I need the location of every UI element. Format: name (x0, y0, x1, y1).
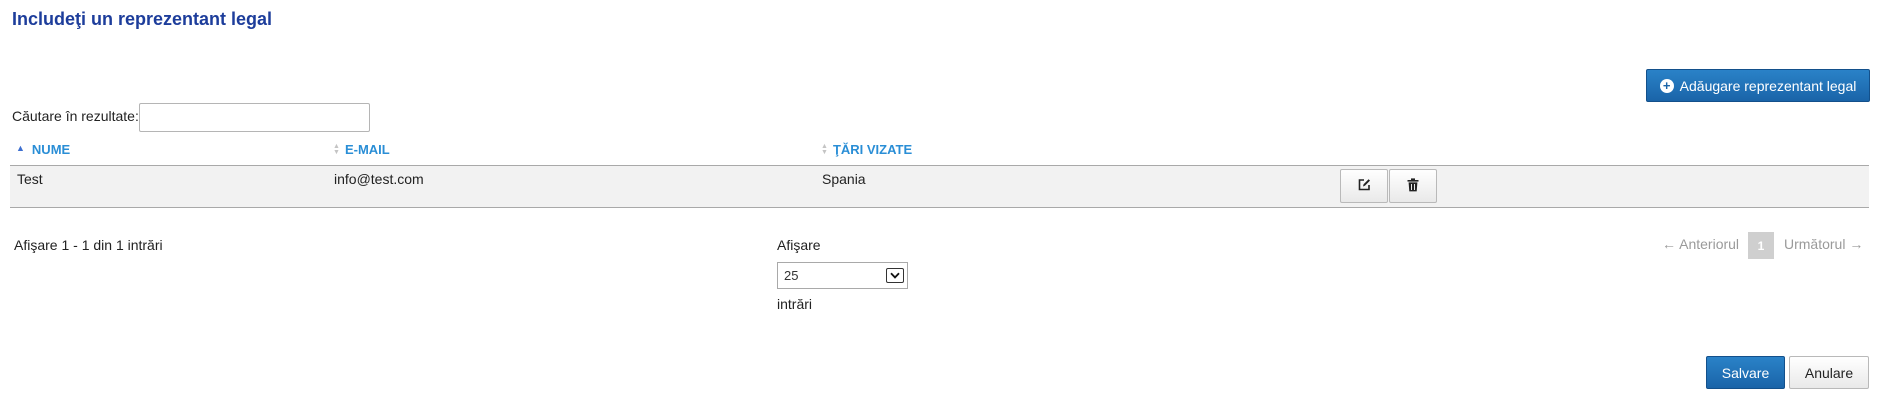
column-header-label: NUME (31, 142, 71, 157)
column-header-label: ŢĂRI VIZATE (832, 142, 913, 157)
sort-ascending-icon: ▲ (16, 142, 25, 153)
table-bottom-divider (10, 207, 1869, 208)
save-button[interactable]: Salvare (1706, 356, 1785, 389)
add-legal-representative-button[interactable]: + Adăugare reprezentant legal (1646, 69, 1870, 102)
column-header-countries[interactable]: ▲ ▼ ŢĂRI VIZATE (821, 142, 912, 157)
search-label: Căutare în rezultate: (12, 108, 139, 124)
chevron-down-icon (886, 268, 904, 283)
cell-email: info@test.com (334, 171, 424, 187)
page-length-label: Afişare (777, 237, 821, 253)
table-row (10, 166, 1869, 207)
delete-button[interactable] (1389, 169, 1437, 203)
sort-both-icon: ▲ ▼ (333, 142, 340, 156)
add-button-label: Adăugare reprezentant legal (1679, 77, 1857, 94)
page-title: Includeţi un reprezentant legal (12, 9, 273, 29)
edit-icon (1357, 178, 1371, 195)
cancel-button[interactable]: Anulare (1789, 356, 1869, 389)
plus-circle-icon: + (1659, 78, 1674, 93)
page-length-select[interactable]: 25 (777, 262, 908, 289)
search-input[interactable] (139, 103, 370, 132)
column-header-name[interactable]: ▲ NUME (16, 142, 70, 157)
sort-both-icon: ▲ ▼ (821, 142, 828, 156)
pagination-next[interactable]: Următorul → (1784, 236, 1863, 252)
column-header-label: E-MAIL (344, 142, 390, 157)
cell-name: Test (17, 171, 43, 187)
pagination-page-1[interactable]: 1 (1748, 232, 1774, 259)
page-length-value: 25 (784, 268, 799, 283)
pagination-previous[interactable]: ← Anteriorul (1662, 236, 1739, 252)
page-length-suffix: intrări (777, 296, 813, 312)
table-info: Afişare 1 - 1 din 1 intrări (14, 237, 163, 253)
cell-countries: Spania (822, 171, 866, 187)
trash-icon (1407, 177, 1419, 195)
edit-button[interactable] (1340, 169, 1388, 203)
column-header-email[interactable]: ▲ ▼ E-MAIL (333, 142, 390, 157)
